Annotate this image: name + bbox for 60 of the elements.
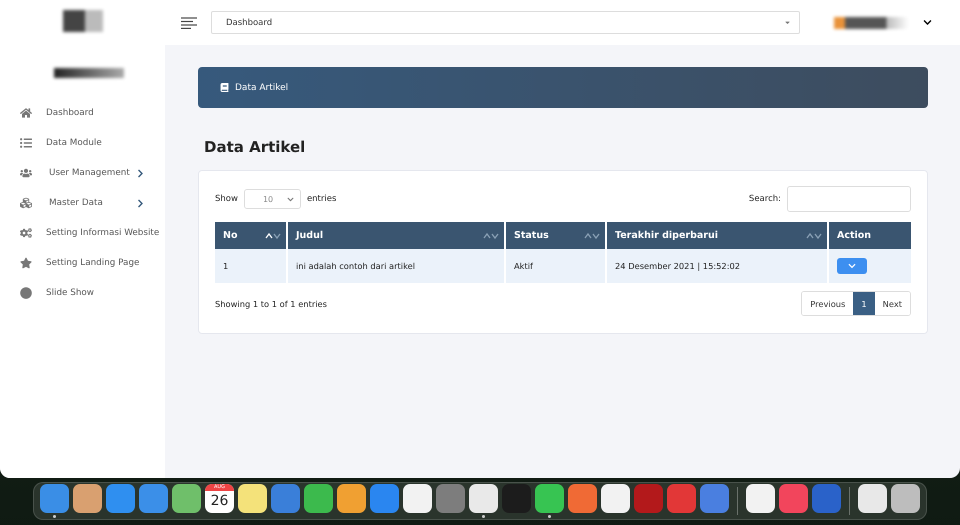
page-size-select[interactable]: 10	[244, 189, 301, 209]
app-icon[interactable]	[858, 484, 887, 513]
sort-icon	[483, 232, 499, 240]
column-header[interactable]: Terakhir diperbarui	[607, 222, 827, 249]
chevron-icon	[136, 168, 145, 178]
chevron-icon	[136, 198, 145, 208]
sidebar-item[interactable]: Master Data	[0, 188, 165, 218]
column-header[interactable]: No	[215, 222, 286, 249]
app-icon[interactable]	[73, 484, 102, 513]
table-cell: Aktif	[506, 249, 605, 283]
sidebar-item[interactable]: Setting Informasi Website	[0, 218, 165, 248]
app-icon[interactable]	[891, 484, 920, 513]
app-icon[interactable]	[238, 484, 267, 513]
column-header[interactable]: Judul	[288, 222, 504, 249]
search-label: Search:	[748, 194, 781, 204]
sidebar-item[interactable]: Slide Show	[0, 278, 165, 308]
book-icon	[220, 83, 229, 92]
action-button[interactable]	[837, 258, 867, 274]
caret-icon	[784, 19, 791, 26]
table-cell: 24 Desember 2021 | 15:52:02	[607, 249, 827, 283]
table-info: Showing 1 to 1 of 1 entries	[215, 298, 327, 308]
column-header[interactable]: Action	[829, 222, 911, 249]
menu-icon[interactable]	[181, 16, 197, 28]
user-name-blurred	[54, 68, 124, 78]
sidebar-icon	[20, 197, 32, 209]
app-icon[interactable]	[304, 484, 333, 513]
sort-icon	[584, 232, 600, 240]
page-heading: Data Artikel	[204, 138, 306, 156]
sort-icon	[265, 232, 281, 240]
sidebar-item[interactable]: User Management	[0, 158, 165, 188]
app-icon[interactable]	[172, 484, 201, 513]
chevron-icon	[848, 262, 856, 270]
sidebar-icon	[20, 107, 32, 119]
sidebar-item[interactable]: Data Module	[0, 128, 165, 158]
column-header[interactable]: Status	[506, 222, 605, 249]
chevron-icon[interactable]	[923, 18, 932, 27]
app-icon[interactable]	[601, 484, 630, 513]
breadcrumb-text: Data Artikel	[235, 82, 288, 92]
sidebar-item[interactable]: Setting Landing Page	[0, 248, 165, 278]
app-icon[interactable]	[535, 484, 564, 513]
table-cell: 1	[215, 249, 286, 283]
sort-icon	[806, 232, 822, 240]
entries-label: entries	[306, 194, 336, 204]
search-field[interactable]	[787, 186, 911, 212]
page-button[interactable]: 1	[853, 292, 875, 315]
show-label: Show	[215, 194, 238, 204]
sidebar-icon	[20, 227, 32, 239]
app-icon[interactable]	[403, 484, 432, 513]
page-select[interactable]: Dashboard	[211, 11, 800, 34]
app-icon[interactable]	[746, 484, 775, 513]
app-icon[interactable]	[469, 484, 498, 513]
app-icon[interactable]	[337, 484, 366, 513]
sidebar-icon	[20, 167, 32, 179]
sidebar-icon	[20, 137, 32, 149]
table-cell: ini adalah contoh dari artikel	[288, 249, 504, 283]
sidebar-icon	[20, 287, 32, 299]
sidebar-icon	[20, 257, 32, 269]
sidebar-item[interactable]: Dashboard	[0, 98, 165, 128]
chevron-icon	[286, 196, 294, 202]
logo-blurred	[62, 10, 102, 32]
